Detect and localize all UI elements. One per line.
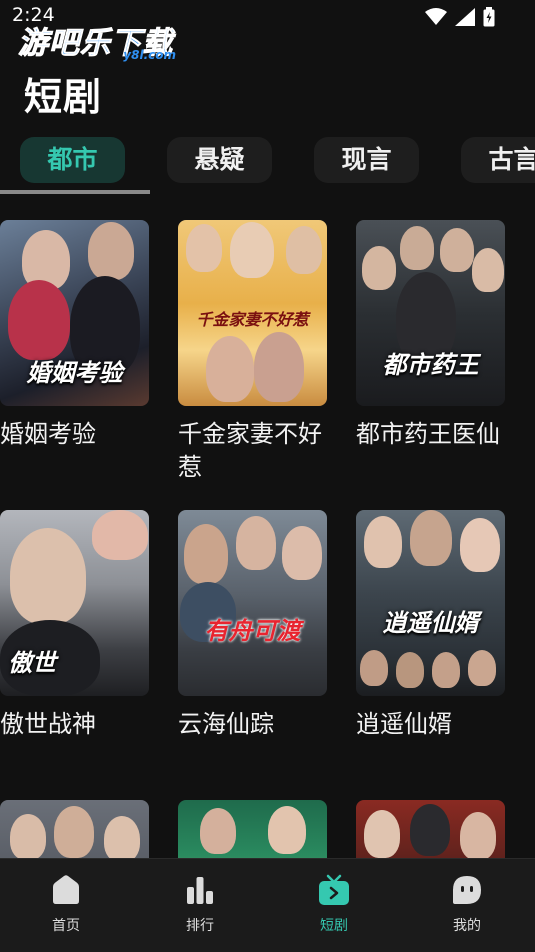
nav-profile[interactable]: 我的	[422, 873, 512, 935]
poster-title-text: 千金家妻不好惹	[196, 310, 309, 329]
drama-grid: 婚姻考验 婚姻考验 千金家妻不好惹 千金家妻不好惹 都市药王 都市药王医仙 傲世…	[0, 220, 535, 858]
ranking-icon	[187, 877, 213, 904]
drama-poster-partial[interactable]	[0, 800, 149, 858]
nav-short-drama[interactable]: 短剧	[289, 873, 379, 935]
nav-short-drama-label: 短剧	[320, 918, 348, 934]
tab-xuanyi[interactable]: 悬疑	[167, 137, 272, 183]
signal-icon	[455, 8, 475, 26]
drama-poster-partial[interactable]	[178, 800, 327, 858]
drama-poster[interactable]: 千金家妻不好惹	[178, 220, 327, 406]
drama-poster-partial[interactable]	[356, 800, 505, 858]
poster-title-text: 有舟可渡	[204, 617, 301, 645]
category-tabs: 都市 悬疑 现言 古言	[20, 137, 535, 185]
bottom-nav: 首页 排行 短剧 我的	[0, 858, 535, 952]
drama-poster[interactable]: 逍遥仙婿	[356, 510, 505, 696]
drama-title[interactable]: 云海仙踪	[178, 708, 328, 741]
wifi-icon	[425, 8, 447, 25]
drama-poster[interactable]: 都市药王	[356, 220, 505, 406]
drama-title[interactable]: 千金家妻不好惹	[178, 418, 328, 484]
tab-indicator	[0, 190, 150, 194]
page-title: 短剧	[24, 75, 103, 119]
watermark-sub-text: y8l.com	[123, 48, 176, 62]
watermark-logo: 游吧乐下载 y8l.com	[18, 18, 188, 68]
nav-profile-label: 我的	[453, 918, 481, 934]
drama-poster[interactable]: 婚姻考验	[0, 220, 149, 406]
tab-xianyan[interactable]: 现言	[314, 137, 419, 183]
profile-icon	[453, 876, 481, 904]
drama-title[interactable]: 傲世战神	[0, 708, 150, 741]
drama-title[interactable]: 都市药王医仙	[356, 418, 506, 451]
tab-dushi[interactable]: 都市	[20, 137, 125, 183]
drama-title[interactable]: 逍遥仙婿	[356, 708, 506, 741]
nav-home[interactable]: 首页	[21, 873, 111, 935]
tv-play-icon	[319, 874, 349, 905]
status-icons	[425, 7, 495, 27]
nav-ranking-label: 排行	[186, 918, 214, 934]
tab-guyan[interactable]: 古言	[461, 137, 535, 183]
poster-title-text: 都市药王	[382, 351, 479, 379]
nav-ranking[interactable]: 排行	[155, 873, 245, 935]
poster-title-text: 婚姻考验	[26, 359, 123, 387]
poster-title-text: 傲世	[8, 649, 56, 677]
drama-title[interactable]: 婚姻考验	[0, 418, 150, 451]
drama-poster[interactable]: 有舟可渡	[178, 510, 327, 696]
poster-title-text: 逍遥仙婿	[382, 609, 479, 637]
drama-poster[interactable]: 傲世	[0, 510, 149, 696]
battery-icon	[483, 7, 495, 27]
home-icon	[53, 875, 79, 904]
nav-home-label: 首页	[52, 918, 80, 934]
